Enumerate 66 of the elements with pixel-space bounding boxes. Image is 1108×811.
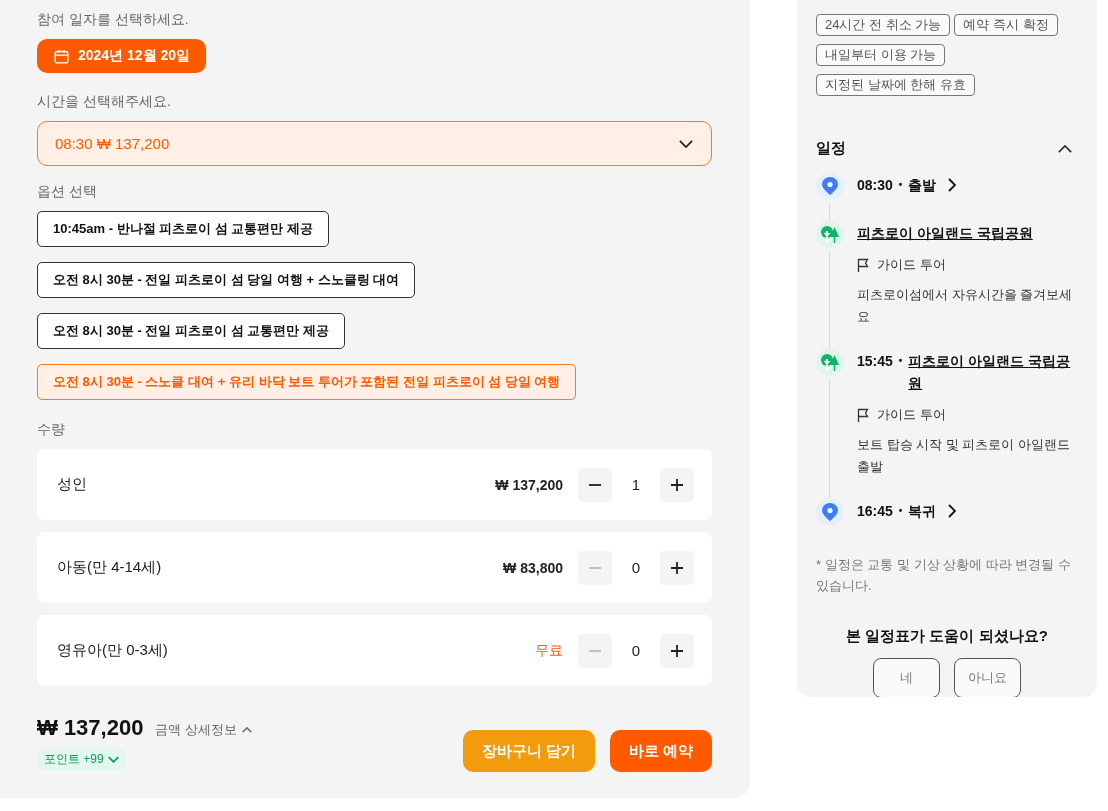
option-button[interactable]: 10:45am - 반나절 피츠로이 섬 교통편만 제공	[37, 211, 330, 247]
map-pin-icon	[822, 503, 838, 521]
minus-icon	[588, 649, 602, 652]
flag-icon	[857, 258, 870, 272]
separator-dot: •	[898, 504, 903, 518]
flag-icon	[857, 408, 870, 422]
map-pin-icon	[822, 177, 838, 195]
minus-icon	[588, 483, 602, 486]
schedule-description: 피츠로이섬에서 자유시간을 즐겨보세요	[857, 286, 1074, 326]
section-label: 시간을 선택해주세요.	[37, 93, 172, 111]
price-detail-link[interactable]: 금액 상세정보	[155, 721, 253, 739]
chevron-icon[interactable]	[1058, 144, 1072, 153]
calendar-icon	[53, 47, 70, 65]
plus-button[interactable]	[660, 467, 694, 502]
plus-button[interactable]	[660, 550, 694, 585]
feedback-button[interactable]: 네	[873, 658, 940, 697]
points-badge[interactable]: 포인트 +99	[37, 749, 126, 770]
schedule-header[interactable]: 일정	[816, 139, 1078, 158]
quantity-count: 0	[630, 559, 642, 576]
place-link[interactable]: 피츠로이 아일랜드 국립공원	[908, 350, 1078, 394]
minus-icon	[588, 566, 602, 569]
chevron-icon	[242, 727, 253, 733]
schedule-title: 출발	[908, 176, 937, 195]
activity-type: 가이드 투어	[877, 256, 946, 274]
feedback-button[interactable]: 아니요	[954, 658, 1021, 697]
schedule-description: 보트 탑승 시작 및 피츠로이 아일랜드 출발	[857, 436, 1072, 476]
separator-dot: •	[898, 354, 903, 368]
time-select[interactable]: 08:30 ₩ 137,200	[37, 121, 712, 166]
feature-tag: 예약 즉시 확정	[954, 14, 1058, 36]
ticket-type: 영유아(만 0-3세)	[57, 641, 169, 660]
trees-icon	[820, 353, 840, 371]
schedule-title: 복귀	[908, 502, 937, 521]
feedback-question: 본 일정표가 도움이 되셨나요?	[845, 627, 1049, 646]
schedule-time: 08:30	[857, 176, 893, 195]
schedule-time: 15:45	[857, 352, 893, 371]
plus-button[interactable]	[660, 633, 694, 668]
section-label: 옵션 선택	[37, 183, 98, 201]
activity-type: 가이드 투어	[877, 406, 946, 424]
plus-icon	[670, 643, 684, 658]
separator-dot: •	[898, 178, 903, 192]
schedule-time: 16:45	[857, 502, 893, 521]
trees-icon	[820, 225, 840, 243]
plus-icon	[670, 560, 684, 575]
chevron-down-icon	[679, 139, 693, 148]
ticket-type: 성인	[57, 475, 88, 494]
schedule-note: * 일정은 교통 및 기상 상황에 따라 변경될 수 있습니다.	[816, 556, 1072, 595]
plus-icon	[670, 477, 684, 492]
feature-tag: 24시간 전 취소 가능	[816, 14, 951, 36]
option-button[interactable]: 오전 8시 30분 - 스노클 대여 + 유리 바닥 보트 투어가 포함된 전일 피츠로이 섬 당일 여행	[37, 364, 577, 400]
place-link[interactable]: 피츠로이 아일랜드 국립공원	[857, 222, 1078, 244]
book-now-button[interactable]: 바로 예약	[609, 730, 712, 772]
quantity-count: 1	[630, 476, 642, 493]
section-label: 참여 일자를 선택하세요.	[37, 11, 190, 29]
feature-tag: 내일부터 이용 가능	[816, 44, 946, 66]
quantity-count: 0	[630, 642, 642, 659]
ticket-price: ₩ 137,200	[495, 476, 563, 493]
chevron-icon	[107, 756, 119, 763]
section-label: 수량	[37, 421, 66, 439]
option-button[interactable]: 오전 8시 30분 - 전일 피츠로이 섬 교통편만 제공	[37, 313, 345, 349]
ticket-type: 아동(만 4-14세)	[57, 558, 163, 577]
date-button[interactable]: 2024년 12월 20일	[37, 39, 207, 73]
ticket-price: 무료	[535, 641, 563, 660]
total-price: ₩ 137,200	[37, 715, 144, 741]
feature-tag: 지정된 날짜에 한해 유효	[816, 74, 975, 96]
option-button[interactable]: 오전 8시 30분 - 전일 피츠로이 섬 당일 여행 + 스노클링 대여	[37, 262, 416, 298]
ticket-price: ₩ 83,800	[503, 559, 563, 576]
